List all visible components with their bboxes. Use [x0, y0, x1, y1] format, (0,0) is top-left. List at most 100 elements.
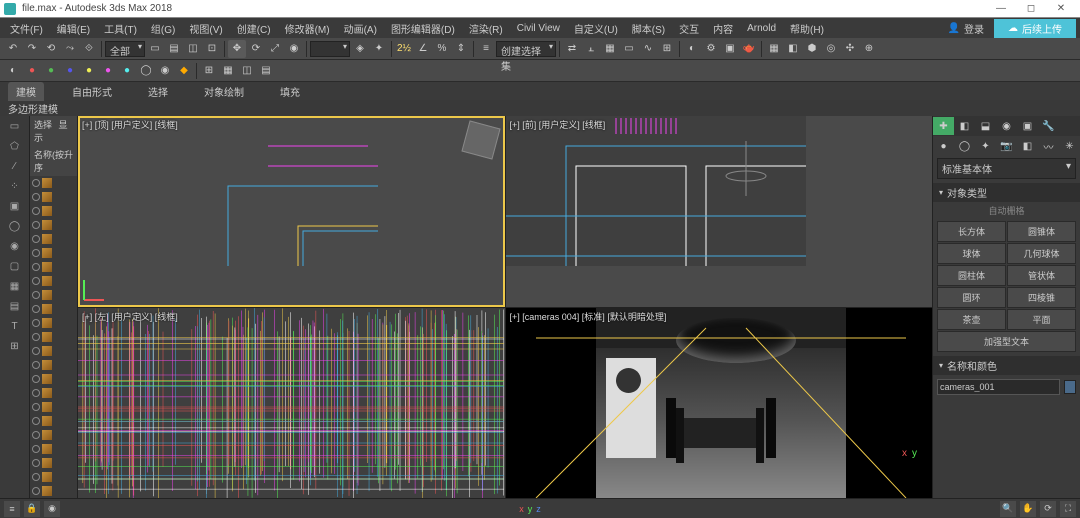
textplus-button[interactable]: 加强型文本: [937, 331, 1076, 352]
objtype-rollup[interactable]: 对象类型: [933, 183, 1080, 202]
helpers-tab[interactable]: ◧: [1017, 137, 1038, 155]
visibility-icon[interactable]: [32, 459, 40, 467]
snap-toggle-button[interactable]: 2½: [395, 40, 413, 58]
scene-row[interactable]: [30, 414, 77, 428]
zoom-button[interactable]: 🔍: [1000, 501, 1016, 517]
select-region-button[interactable]: ◫: [184, 40, 202, 58]
misc-tool-3[interactable]: ✣: [841, 40, 859, 58]
visibility-icon[interactable]: [32, 305, 40, 313]
login-button[interactable]: 👤 登录: [940, 19, 992, 38]
tb2-5[interactable]: ●: [80, 62, 98, 80]
tb2-6[interactable]: ●: [99, 62, 117, 80]
viewport-front-label[interactable]: [+] [前] [用户定义] [线框]: [510, 118, 606, 131]
create-tab[interactable]: ✚: [933, 117, 954, 135]
scene-row[interactable]: [30, 428, 77, 442]
tb2-4[interactable]: ●: [61, 62, 79, 80]
visibility-icon[interactable]: [32, 333, 40, 341]
maximize-button[interactable]: ◻: [1016, 1, 1046, 17]
select-manip-button[interactable]: ✦: [370, 40, 388, 58]
placement-button[interactable]: ◉: [285, 40, 303, 58]
render-setup-button[interactable]: ⚙: [702, 40, 720, 58]
align-button[interactable]: ⫠: [582, 40, 600, 58]
tb2-14[interactable]: ▤: [257, 62, 275, 80]
visibility-icon[interactable]: [32, 375, 40, 383]
menu-views[interactable]: 视图(V): [183, 19, 228, 38]
visibility-icon[interactable]: [32, 263, 40, 271]
scene-row[interactable]: [30, 484, 77, 498]
lt-border-icon[interactable]: ◯: [3, 217, 27, 235]
selection-filter-dropdown[interactable]: 全部: [105, 41, 145, 57]
orbit-button[interactable]: ⟳: [1040, 501, 1056, 517]
lt-misc-icon[interactable]: ⊞: [3, 337, 27, 355]
menu-animation[interactable]: 动画(A): [338, 19, 383, 38]
menu-interactive[interactable]: 交互: [673, 19, 705, 38]
ribbon-tab-modeling[interactable]: 建模: [8, 82, 44, 101]
maxscript-button[interactable]: ≡: [4, 501, 20, 517]
geosphere-button[interactable]: 几何球体: [1007, 243, 1076, 264]
viewport-camera-label[interactable]: [+] [cameras 004] [标准] [默认明暗处理]: [510, 310, 667, 323]
teapot-button[interactable]: 茶壶: [937, 309, 1006, 330]
visibility-icon[interactable]: [32, 473, 40, 481]
visibility-icon[interactable]: [32, 487, 40, 495]
scene-row[interactable]: [30, 344, 77, 358]
visibility-icon[interactable]: [32, 207, 40, 215]
visibility-icon[interactable]: [32, 361, 40, 369]
scene-row[interactable]: [30, 400, 77, 414]
tb2-9[interactable]: ◉: [156, 62, 174, 80]
menu-file[interactable]: 文件(F): [4, 19, 49, 38]
spacewarps-tab[interactable]: 〰: [1038, 137, 1059, 155]
pyramid-button[interactable]: 四棱锥: [1007, 287, 1076, 308]
scene-row[interactable]: [30, 288, 77, 302]
lt-text-icon[interactable]: T: [3, 317, 27, 335]
material-editor-button[interactable]: ◐: [683, 40, 701, 58]
scale-button[interactable]: ⤢: [266, 40, 284, 58]
layers-button[interactable]: ▦: [601, 40, 619, 58]
scene-row[interactable]: [30, 330, 77, 344]
scene-row[interactable]: [30, 246, 77, 260]
modify-tab[interactable]: ◧: [954, 117, 975, 135]
visibility-icon[interactable]: [32, 193, 40, 201]
lt-vertex-icon[interactable]: ⁘: [3, 177, 27, 195]
misc-tool-1[interactable]: ⬢: [803, 40, 821, 58]
autogrid-checkbox[interactable]: 自动栅格: [933, 202, 1080, 219]
unlink-button[interactable]: ⤳: [61, 40, 79, 58]
menu-rendering[interactable]: 渲染(R): [463, 19, 509, 38]
scene-row[interactable]: [30, 190, 77, 204]
lt-box-icon[interactable]: ▢: [3, 257, 27, 275]
visibility-icon[interactable]: [32, 417, 40, 425]
object-name-input[interactable]: [937, 379, 1060, 395]
menu-edit[interactable]: 编辑(E): [51, 19, 96, 38]
bind-button[interactable]: ⟐: [80, 40, 98, 58]
scene-explorer-header[interactable]: 选择 显示: [30, 116, 77, 146]
render-button[interactable]: 🫖: [740, 40, 758, 58]
viewport-camera[interactable]: [+] [cameras 004] [标准] [默认明暗处理]: [506, 308, 933, 499]
scene-row[interactable]: [30, 274, 77, 288]
box-button[interactable]: 长方体: [937, 221, 1006, 242]
tb2-7[interactable]: ●: [118, 62, 136, 80]
lt-edge-icon[interactable]: ∕: [3, 157, 27, 175]
ribbon-tab-objpaint[interactable]: 对象绘制: [196, 82, 252, 101]
visibility-icon[interactable]: [32, 235, 40, 243]
menu-civilview[interactable]: Civil View: [511, 21, 566, 36]
lt-sphere-icon[interactable]: ◉: [3, 237, 27, 255]
spinner-snap-button[interactable]: ⇕: [452, 40, 470, 58]
motion-tab[interactable]: ◉: [996, 117, 1017, 135]
upload-button[interactable]: ☁ 后续上传: [994, 19, 1076, 38]
lt-element-icon[interactable]: ▣: [3, 197, 27, 215]
menu-grapheditors[interactable]: 图形编辑器(D): [385, 19, 461, 38]
hierarchy-tab[interactable]: ⬓: [975, 117, 996, 135]
named-sel-dropdown[interactable]: 创建选择集: [496, 41, 556, 57]
visibility-icon[interactable]: [32, 179, 40, 187]
move-button[interactable]: ✥: [228, 40, 246, 58]
visibility-icon[interactable]: [32, 403, 40, 411]
name-rollup[interactable]: 名称和颜色: [933, 356, 1080, 375]
shapes-tab[interactable]: ◯: [954, 137, 975, 155]
close-button[interactable]: ✕: [1046, 1, 1076, 17]
menu-content[interactable]: 内容: [707, 19, 739, 38]
scene-row[interactable]: [30, 232, 77, 246]
tb2-2[interactable]: ●: [23, 62, 41, 80]
cone-button[interactable]: 圆锥体: [1007, 221, 1076, 242]
lt-grid-icon[interactable]: ▦: [3, 277, 27, 295]
angle-snap-button[interactable]: ∠: [414, 40, 432, 58]
visibility-icon[interactable]: [32, 291, 40, 299]
